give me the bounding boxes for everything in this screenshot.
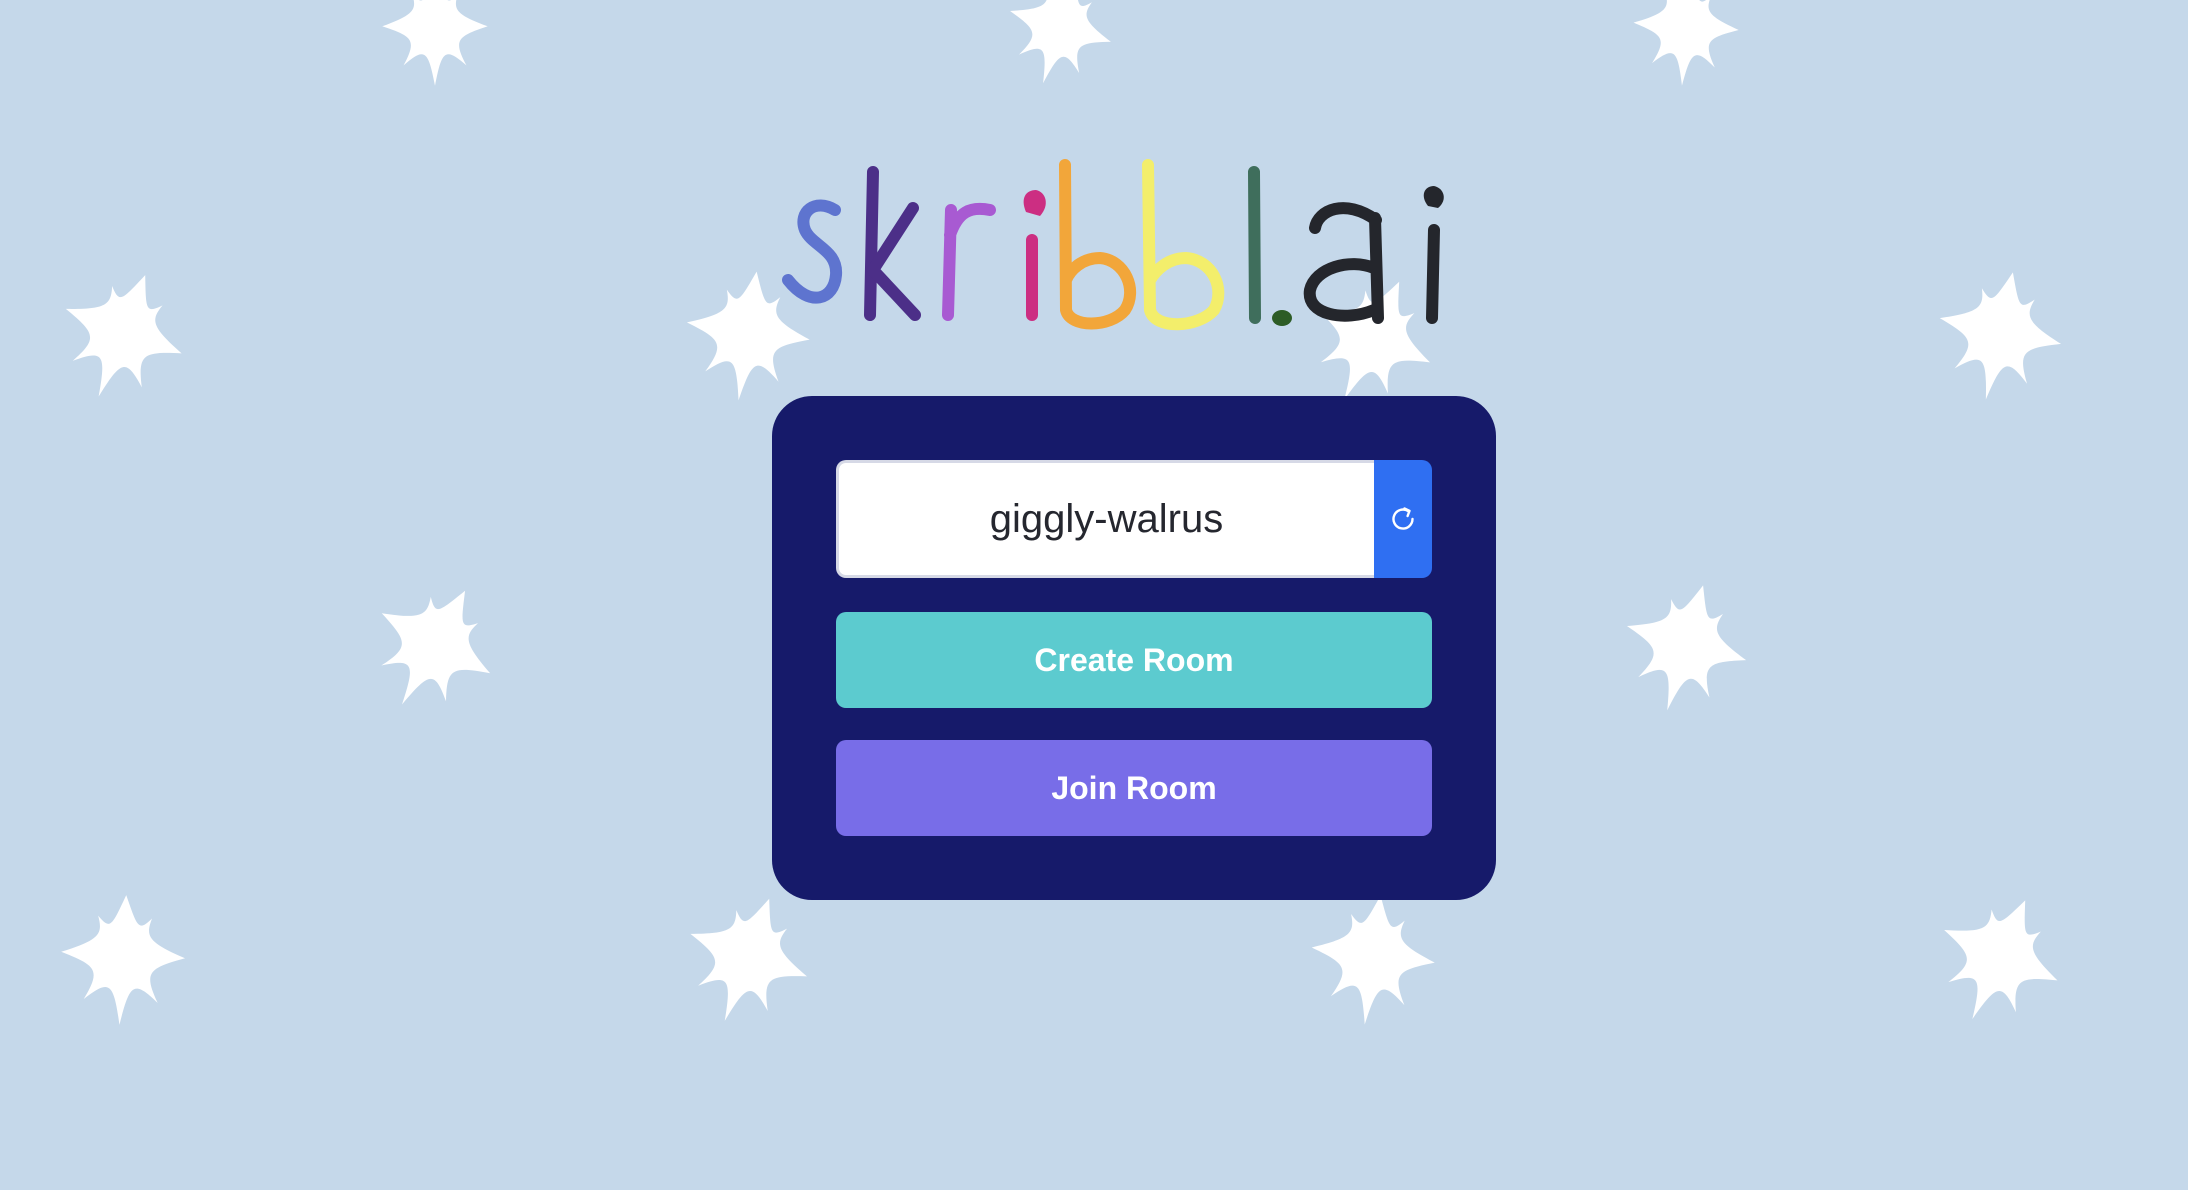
skribbl-logo <box>770 150 1500 340</box>
star-decoration <box>1925 259 2074 413</box>
logo-letter-r <box>942 202 996 321</box>
logo-wordmark <box>782 159 1444 331</box>
star-decoration <box>1303 887 1443 1033</box>
create-room-button[interactable]: Create Room <box>836 612 1432 708</box>
logo-letter-k-arm <box>867 202 921 321</box>
refresh-icon <box>1392 507 1414 530</box>
logo-letter-b2 <box>1142 159 1225 331</box>
username-input[interactable] <box>836 460 1374 578</box>
logo-letter-l <box>1248 166 1261 324</box>
star-decoration <box>382 0 488 86</box>
room-panel: Create Room Join Room <box>772 396 1496 900</box>
logo-dot-i <box>1023 190 1046 216</box>
logo-letter-k <box>864 166 879 321</box>
logo-letter-b1 <box>1059 159 1137 330</box>
star-decoration <box>347 560 520 735</box>
username-row <box>836 460 1432 578</box>
star-decoration <box>40 252 204 419</box>
star-decoration <box>1629 0 1743 90</box>
star-decoration <box>1607 568 1763 728</box>
join-room-button[interactable]: Join Room <box>836 740 1432 836</box>
logo-dot-period <box>1272 310 1292 326</box>
star-decoration <box>1915 875 2082 1045</box>
logo-dot-ai-i <box>1423 186 1444 208</box>
logo-letter-ai-i <box>1426 224 1440 324</box>
refresh-name-button[interactable] <box>1374 460 1432 578</box>
logo-letter-a <box>1303 202 1384 324</box>
star-decoration <box>666 877 828 1043</box>
star-decoration <box>992 0 1126 99</box>
logo-letter-s <box>782 199 843 304</box>
star-decoration <box>57 891 189 1029</box>
